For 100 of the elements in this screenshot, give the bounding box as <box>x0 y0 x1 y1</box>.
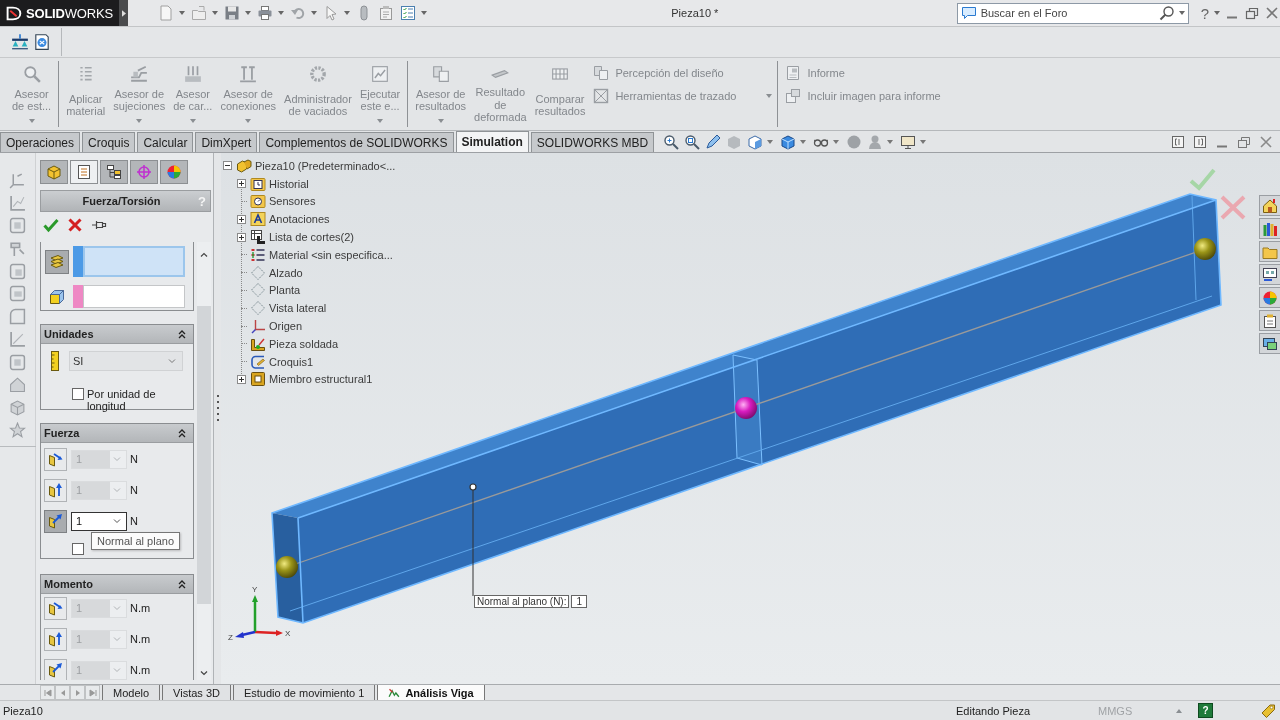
caret-icon[interactable] <box>1178 11 1185 15</box>
tree-item[interactable]: Material <sin especifica... <box>269 248 393 261</box>
section-header[interactable]: Momento <box>41 575 193 594</box>
checkbox[interactable] <box>72 543 84 555</box>
search-field[interactable]: Buscar en el Foro <box>980 4 1155 22</box>
close-icon[interactable] <box>1258 133 1274 150</box>
document-badge-icon[interactable] <box>33 33 51 51</box>
help-button[interactable]: ? <box>1198 703 1213 718</box>
chevron-down-icon[interactable] <box>200 670 208 676</box>
task-pane-tab[interactable] <box>1259 333 1280 354</box>
cube-icon[interactable] <box>747 133 764 150</box>
tree-item[interactable]: Croquis1 <box>269 355 314 368</box>
task-pane-tab[interactable] <box>1259 195 1280 216</box>
sheet-nav-button[interactable] <box>40 685 55 700</box>
section-header[interactable]: Fuerza <box>41 424 193 443</box>
double-chevron-up-icon[interactable] <box>177 579 187 589</box>
tree-item[interactable]: Planta <box>269 284 301 297</box>
beam-supports-icon[interactable] <box>11 33 29 51</box>
caret-icon[interactable] <box>920 139 927 144</box>
pencil-icon[interactable] <box>705 133 722 150</box>
checkbox[interactable] <box>72 388 84 400</box>
search-box[interactable]: Buscar en el Foro <box>956 2 1189 24</box>
clipboard-icon[interactable] <box>378 5 394 21</box>
house-icon[interactable] <box>9 376 26 394</box>
sheet-nav-button[interactable] <box>70 685 85 700</box>
sheet-tab[interactable]: Modelo <box>102 685 161 700</box>
sheet-nav-button[interactable] <box>55 685 70 700</box>
caret-icon[interactable] <box>278 11 284 15</box>
sheet-nav-button[interactable] <box>85 685 100 700</box>
sheet-tab[interactable]: Estudio de movimiento 1 <box>232 685 376 700</box>
plus-box-icon[interactable] <box>237 232 246 242</box>
point-marker-icon[interactable] <box>469 483 477 491</box>
sphere-icon[interactable] <box>846 133 863 150</box>
unit-system-dropdown[interactable]: SI <box>69 351 183 371</box>
tree-item[interactable]: Alzado <box>269 266 303 279</box>
axes-icon[interactable] <box>9 172 26 189</box>
star-icon[interactable] <box>9 421 26 439</box>
printer-icon[interactable] <box>257 5 273 21</box>
sheet-tab[interactable]: Vistas 3D <box>162 685 231 700</box>
value-field[interactable]: 1 <box>71 511 127 531</box>
hammer-icon[interactable] <box>9 240 26 258</box>
undo-arrow-icon[interactable] <box>290 5 306 21</box>
caret-icon[interactable] <box>212 11 218 15</box>
selection-button[interactable] <box>45 249 69 274</box>
cursor-arrow-icon[interactable] <box>323 5 339 21</box>
caret-icon[interactable] <box>344 11 350 15</box>
tree-item[interactable]: Origen <box>269 320 303 333</box>
cube-icon[interactable] <box>9 398 26 416</box>
magnifier-icon[interactable] <box>684 133 701 150</box>
tree-item[interactable]: Pieza10 (Predeterminado<... <box>255 159 396 172</box>
help-button[interactable]: ? <box>1200 4 1209 22</box>
tree-item[interactable]: Historial <box>269 177 309 190</box>
callout-value-field[interactable]: 1 <box>571 595 588 608</box>
cross-icon[interactable] <box>67 217 83 233</box>
caret-icon[interactable] <box>311 11 317 15</box>
chevron-up-icon[interactable] <box>200 252 208 258</box>
monitor-icon[interactable] <box>900 133 917 150</box>
command-tab[interactable]: Croquis <box>82 132 136 152</box>
tag-icon[interactable] <box>1260 702 1276 719</box>
command-tab[interactable]: Operaciones <box>0 132 81 152</box>
caret-icon[interactable] <box>245 11 251 15</box>
caret-icon[interactable] <box>1214 11 1220 15</box>
chart-axes-icon[interactable] <box>9 330 26 348</box>
frame-icon[interactable] <box>9 285 26 303</box>
frame-icon[interactable] <box>9 353 26 371</box>
command-tab[interactable]: Complementos de SOLIDWORKS <box>259 132 454 152</box>
panel-left-icon[interactable] <box>1170 133 1186 150</box>
restore-icon[interactable] <box>1244 5 1260 21</box>
plus-box-icon[interactable] <box>237 214 246 224</box>
task-pane-tab[interactable] <box>1259 264 1280 285</box>
direction-button[interactable] <box>44 509 67 533</box>
tree-item[interactable]: Pieza soldada <box>269 337 339 350</box>
command-tab[interactable]: Calcular <box>137 132 194 152</box>
chart-axes-icon[interactable] <box>9 194 26 212</box>
tree-item[interactable]: Miembro estructural1 <box>269 373 373 386</box>
frame-icon[interactable] <box>9 217 26 235</box>
caret-up-icon[interactable] <box>1176 708 1182 713</box>
panel-right-icon[interactable] <box>1192 133 1208 150</box>
caret-icon[interactable] <box>887 139 894 144</box>
command-tab[interactable]: SOLIDWORKS MBD <box>530 132 655 152</box>
tree-item[interactable]: Lista de cortes(2) <box>269 231 354 244</box>
menu-flyout-button[interactable] <box>119 0 128 26</box>
minus-box-icon[interactable] <box>223 161 232 171</box>
command-tab[interactable]: Simulation <box>455 131 529 152</box>
command-tab[interactable]: DimXpert <box>195 132 258 152</box>
task-pane-tab[interactable] <box>1259 218 1280 239</box>
scrollbar[interactable] <box>197 242 211 680</box>
caret-icon[interactable] <box>421 11 427 15</box>
close-icon[interactable] <box>1264 5 1280 21</box>
tree-item[interactable]: Anotaciones <box>269 213 330 226</box>
box-icon[interactable] <box>780 133 797 150</box>
double-chevron-up-icon[interactable] <box>177 428 187 438</box>
check-icon[interactable] <box>43 217 59 233</box>
caret-icon[interactable] <box>800 139 807 144</box>
panel-tab[interactable] <box>70 160 98 184</box>
plus-box-icon[interactable] <box>237 179 246 189</box>
sheet-tab[interactable]: Análisis Viga <box>377 685 485 700</box>
plus-box-icon[interactable] <box>237 374 246 384</box>
check-icon[interactable] <box>1189 168 1216 191</box>
task-pane-tab[interactable] <box>1259 310 1280 331</box>
